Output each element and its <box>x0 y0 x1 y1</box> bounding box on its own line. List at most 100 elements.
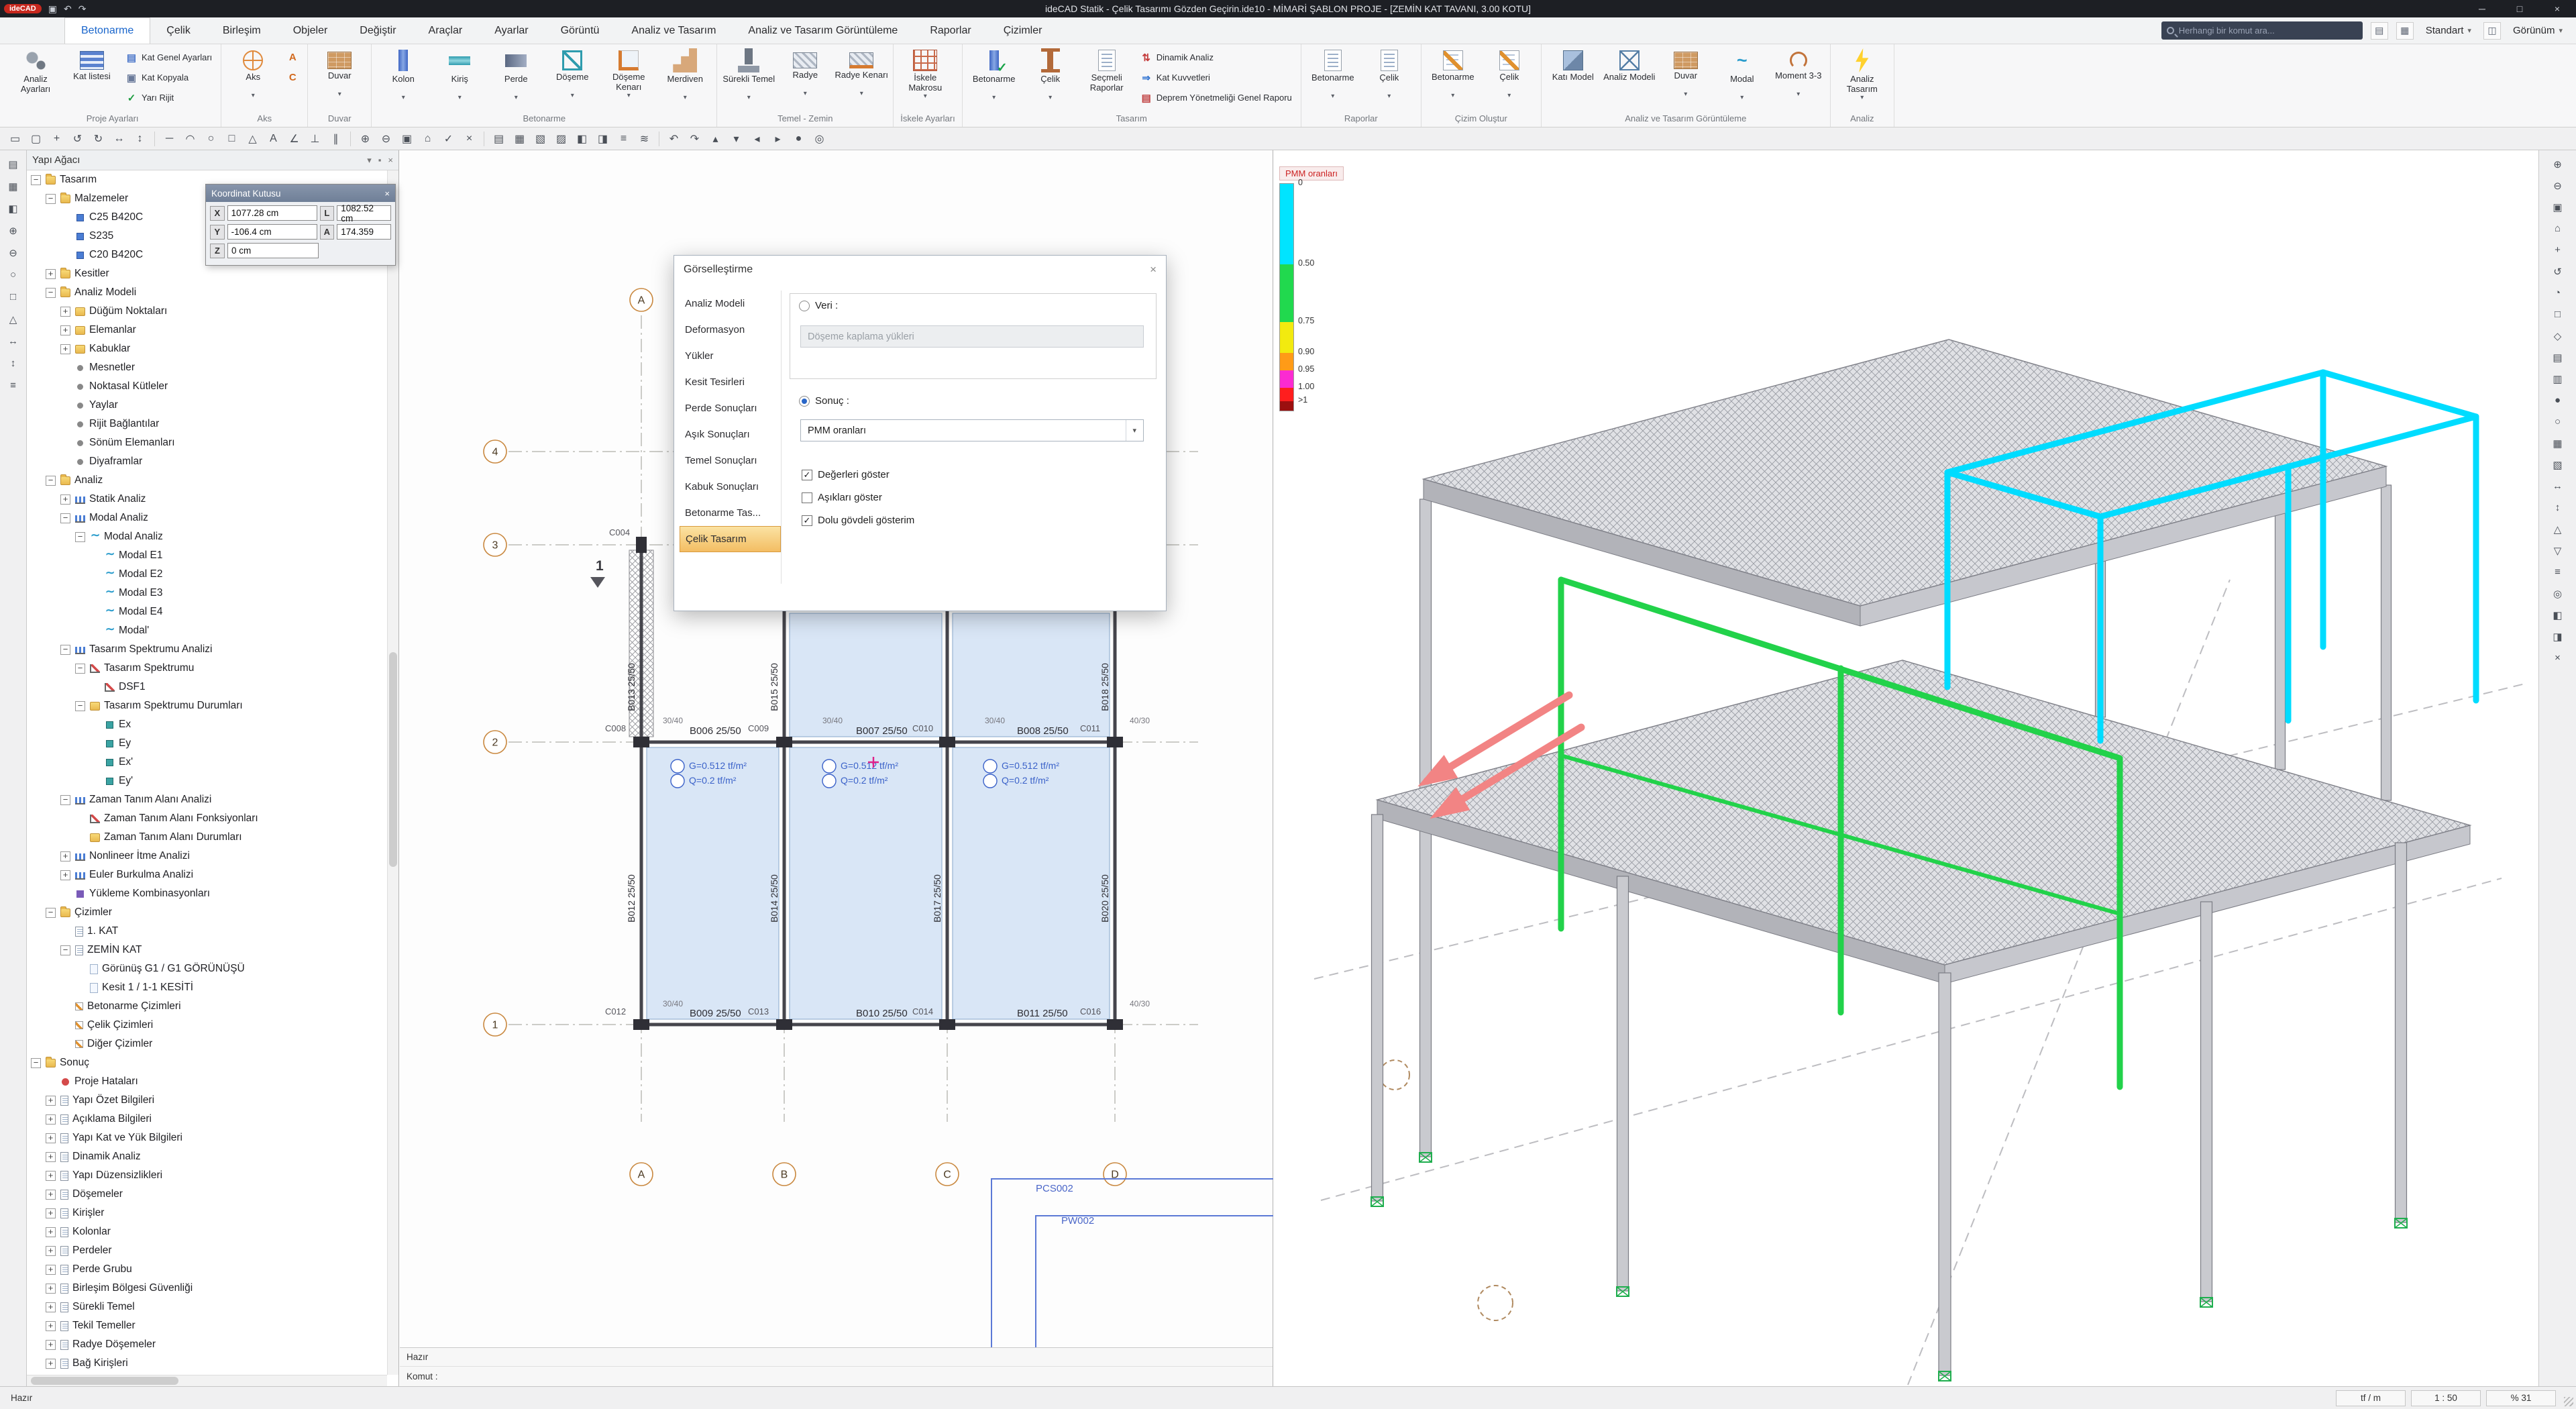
split-view-alt-icon[interactable]: ◨ <box>593 129 612 148</box>
nudge-down-icon[interactable]: ▾ <box>727 129 746 148</box>
tree-expander-icon[interactable]: − <box>75 664 85 674</box>
zoom-extents-icon[interactable]: ⌂ <box>418 129 437 148</box>
view-front-icon[interactable]: ▤ <box>2548 348 2568 367</box>
tab-betonarme[interactable]: Betonarme <box>64 17 150 44</box>
minimize-button[interactable]: ─ <box>2463 0 2501 17</box>
orbit-icon[interactable]: ↺ <box>2548 262 2568 281</box>
layer-list-icon[interactable]: ≡ <box>2548 562 2568 582</box>
polygon-icon[interactable]: △ <box>243 129 262 148</box>
axis-circular-button[interactable]: C <box>282 68 303 87</box>
loads-view-icon[interactable]: ≋ <box>635 129 654 148</box>
tree-item-a-klama-bilgileri[interactable]: +Açıklama Bilgileri <box>27 1110 387 1129</box>
tree-expander-icon[interactable]: + <box>46 1133 56 1143</box>
stretch-v-icon[interactable]: ↕ <box>2548 498 2568 517</box>
tree-item-y-kleme-kombinasyonlar[interactable]: Yükleme Kombinasyonları <box>27 884 387 903</box>
vis-category-betonarme-tas[interactable]: Betonarme Tas... <box>680 500 781 526</box>
hatch-alt-icon[interactable]: ▨ <box>551 129 571 148</box>
view-top-icon[interactable]: □ <box>2548 305 2568 324</box>
tree-item-radye-d-emeler[interactable]: +Radye Döşemeler <box>27 1335 387 1354</box>
vis-category-kesit-tesirleri[interactable]: Kesit Tesirleri <box>680 369 781 395</box>
z-toggle[interactable]: Z <box>210 244 225 258</box>
run-analysis-design-button[interactable]: Analiz Tasarım▾ <box>1835 46 1890 112</box>
tree-item-tasar-m-spektrumu-analizi[interactable]: −Tasarım Spektrumu Analizi <box>27 640 387 659</box>
grid-panel-icon[interactable]: ▦ <box>3 176 23 196</box>
shearwall-button[interactable]: Perde▾ <box>488 46 543 112</box>
tab-analiz-ve-tasar-m-g-r-nt-leme[interactable]: Analiz ve Tasarım Görüntüleme <box>732 17 914 44</box>
vis-category-a-k-sonu-lar[interactable]: Aşık Sonuçları <box>680 421 781 448</box>
wireframe-view-icon[interactable]: ○ <box>2548 412 2568 431</box>
zoom-out-icon[interactable]: ⊖ <box>376 129 396 148</box>
close-button[interactable]: × <box>2538 0 2576 17</box>
tree-expander-icon[interactable]: + <box>46 269 56 279</box>
solid-model-view-button[interactable]: Katı Model <box>1546 46 1601 112</box>
redo-icon[interactable]: ↷ <box>685 129 704 148</box>
tree-item-zaman-tan-m-alan-durumlar[interactable]: Zaman Tanım Alanı Durumları <box>27 828 387 847</box>
shaded-view-icon[interactable]: ● <box>2548 390 2568 410</box>
apply-icon[interactable]: ✓ <box>439 129 458 148</box>
veri-radio[interactable] <box>799 301 810 311</box>
vis-category-deformasyon[interactable]: Deformasyon <box>680 317 781 343</box>
cancel-icon[interactable]: × <box>460 129 479 148</box>
tree-expander-icon[interactable]: − <box>60 795 70 805</box>
vis-category-elik-tasar-m[interactable]: Çelik Tasarım <box>680 526 781 552</box>
text-icon[interactable]: A <box>264 129 283 148</box>
tab-de-i-tir[interactable]: Değiştir <box>343 17 412 44</box>
show-values-checkbox[interactable] <box>802 470 812 480</box>
axis-letter-button[interactable]: A <box>282 48 303 66</box>
show-purlins-row[interactable]: Aşıkları göster <box>802 492 882 503</box>
tree-expander-icon[interactable]: − <box>60 945 70 955</box>
tree-item-zaman-tan-m-alan-fonksiyonlar[interactable]: Zaman Tanım Alanı Fonksiyonları <box>27 809 387 828</box>
l-value-field[interactable]: 1082.52 cm <box>337 205 391 221</box>
tree-item-modal-e2[interactable]: Modal E2 <box>27 565 387 584</box>
half-right-view-icon[interactable]: ◨ <box>2548 627 2568 646</box>
zoom-in-icon[interactable]: ⊕ <box>356 129 375 148</box>
close-icon[interactable]: × <box>384 189 390 199</box>
tree-expander-icon[interactable]: + <box>46 1190 56 1200</box>
design-concrete-button[interactable]: Betonarme▾ <box>967 46 1022 112</box>
save-icon[interactable]: ▣ <box>48 3 57 15</box>
redo-icon[interactable]: ↷ <box>78 3 87 15</box>
tree-item-ex[interactable]: Ex' <box>27 753 387 772</box>
tree-item-yap-kat-ve-y-k-bilgileri[interactable]: +Yapı Kat ve Yük Bilgileri <box>27 1129 387 1147</box>
perpendicular-icon[interactable]: ⊥ <box>305 129 325 148</box>
vertical-tool-icon[interactable]: ↕ <box>3 354 23 373</box>
mesh-view-icon[interactable]: ▦ <box>2548 433 2568 453</box>
tree-vertical-scrollbar[interactable] <box>387 170 398 1375</box>
tree-item-modal-e4[interactable]: Modal E4 <box>27 603 387 621</box>
tree-expander-icon[interactable]: − <box>46 194 56 204</box>
tree-expander-icon[interactable]: + <box>60 325 70 335</box>
report-steel-button[interactable]: Çelik▾ <box>1362 46 1417 112</box>
tree-expander-icon[interactable]: + <box>46 1284 56 1294</box>
tree-item-ey[interactable]: Ey' <box>27 772 387 790</box>
tree-item-d-emeler[interactable]: +Döşemeler <box>27 1185 387 1204</box>
split-view-icon[interactable]: ◧ <box>572 129 592 148</box>
a-toggle[interactable]: A <box>320 225 335 240</box>
app-logo[interactable]: ideCAD <box>4 4 42 13</box>
drawing-concrete-button[interactable]: Betonarme▾ <box>1426 46 1481 112</box>
tree-item-diyaframlar[interactable]: Diyaframlar <box>27 452 387 471</box>
dynamic-analysis-button[interactable]: ⇅Dinamik Analiz <box>1136 48 1297 66</box>
rect-tool-icon[interactable]: □ <box>3 287 23 307</box>
tree-item-birle-im-b-lgesi-g-venli-i[interactable]: +Birleşim Bölgesi Güvenliği <box>27 1279 387 1298</box>
zoom-extents-icon[interactable]: ⌂ <box>2548 219 2568 238</box>
triangulate-icon[interactable]: △ <box>2548 519 2568 539</box>
zoom-window-icon[interactable]: ▣ <box>397 129 417 148</box>
modal-view-button[interactable]: ~Modal▾ <box>1715 46 1770 112</box>
circle-tool-icon[interactable]: ○ <box>3 265 23 284</box>
undo-icon[interactable]: ↶ <box>664 129 684 148</box>
tree-expander-icon[interactable]: − <box>60 645 70 655</box>
slab-edge-button[interactable]: Döşeme Kenarı▾ <box>601 46 656 112</box>
show-purlins-checkbox[interactable] <box>802 492 812 503</box>
tree-item-s-rekli-temel[interactable]: +Sürekli Temel <box>27 1298 387 1316</box>
tree-item-kolonlar[interactable]: +Kolonlar <box>27 1222 387 1241</box>
tree-item-yaylar[interactable]: Yaylar <box>27 396 387 415</box>
tree-expander-icon[interactable]: + <box>46 1246 56 1256</box>
l-toggle[interactable]: L <box>320 206 335 221</box>
tree-item-ex[interactable]: Ex <box>27 715 387 734</box>
beam-button[interactable]: Kiriş▾ <box>432 46 487 112</box>
tree-item-noktasal-k-tleler[interactable]: Noktasal Kütleler <box>27 377 387 396</box>
tab-birle-im[interactable]: Birleşim <box>207 17 277 44</box>
solid-display-row[interactable]: Dolu gövdeli gösterim <box>802 515 914 526</box>
tree-expander-icon[interactable]: + <box>60 870 70 880</box>
design-steel-button[interactable]: Çelik▾ <box>1023 46 1078 112</box>
